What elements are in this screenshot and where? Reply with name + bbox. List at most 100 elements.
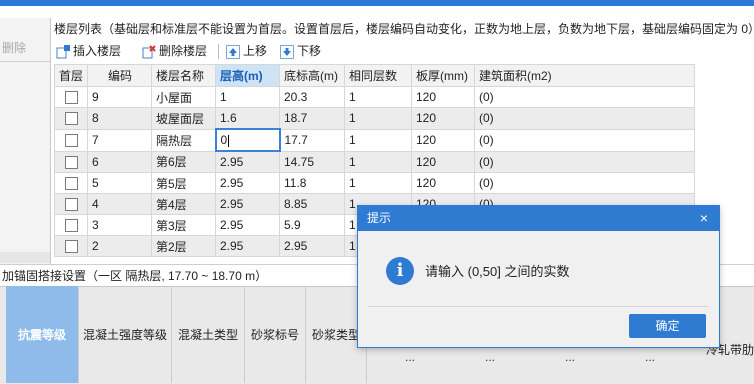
cell-same-count[interactable]: 1 [344,86,412,108]
cell-height[interactable]: 2.95 [215,214,280,236]
cell-height[interactable]: 2.95 [215,235,280,257]
checkbox-box[interactable] [64,112,78,126]
col-concrete-strength[interactable]: 混凝土强度等级 [79,286,172,383]
dialog-title-bar[interactable]: 提示 [358,206,719,231]
delete-floor-button[interactable]: 删除楼层 [142,40,207,62]
cell-height[interactable]: 1 [215,86,280,108]
checkbox-box[interactable] [64,219,78,233]
cell-base-elevation: 18.7 [279,107,345,130]
first-floor-checkbox[interactable] [54,128,88,152]
checkbox-box[interactable] [64,198,78,212]
table-row[interactable]: 5 第5层 2.95 11.8 1 120 (0) [54,172,695,194]
checkbox-box[interactable] [64,134,78,148]
cell-code[interactable]: 9 [87,86,152,108]
col-header-code[interactable]: 编码 [87,64,152,87]
cell-slab-thickness[interactable]: 120 [411,128,475,152]
cell-floor-name[interactable]: 坡屋面层 [151,107,216,130]
cell-height[interactable]: 1.6 [215,107,280,130]
checkbox-box[interactable] [64,177,78,191]
insert-floor-label: 插入楼层 [73,44,122,58]
cell-floor-name[interactable]: 第3层 [151,214,216,236]
dialog-title: 提示 [367,211,392,225]
cell-slab-thickness[interactable]: 120 [411,150,475,173]
first-floor-checkbox[interactable] [54,214,88,236]
cell-code[interactable]: 2 [87,235,152,257]
cell-base-elevation: 20.3 [279,86,345,108]
cell-floor-name[interactable]: 第5层 [151,172,216,194]
info-icon: i [386,257,414,285]
cell-height[interactable]: 2.95 [215,193,280,215]
toolbar-separator [218,44,219,59]
table-row[interactable]: 7 隔热层 0 17.7 1 120 (0) [54,128,695,152]
col-header-first-floor[interactable]: 首层 [54,64,88,87]
col-seismic-grade[interactable]: 抗震等级 [6,286,79,383]
ok-button[interactable]: 确定 [629,314,706,338]
cell-floor-area: (0) [474,86,695,108]
prompt-dialog: 提示 × i 请输入 (0,50] 之间的实数 确定 [357,205,720,348]
cell-floor-area: (0) [474,150,695,173]
cell-slab-thickness[interactable]: 120 [411,86,475,108]
cell-floor-name[interactable]: 第4层 [151,193,216,215]
cell-height-editing[interactable]: 0 [214,128,281,152]
table-row[interactable]: 9 小屋面 1 20.3 1 120 (0) [54,86,695,108]
arrow-down-icon [280,44,294,59]
first-floor-checkbox[interactable] [54,150,88,173]
col-header-floor-name[interactable]: 楼层名称 [151,64,216,87]
cell-base-elevation: 5.9 [279,214,345,236]
first-floor-checkbox[interactable] [54,172,88,194]
move-up-button[interactable]: 上移 [226,40,267,62]
first-floor-checkbox[interactable] [54,107,88,130]
cell-floor-name[interactable]: 隔热层 [151,128,216,152]
first-floor-checkbox[interactable] [54,86,88,108]
cell-code[interactable]: 5 [87,172,152,194]
checkbox-box[interactable] [64,240,78,254]
col-header-height[interactable]: 层高(m) [215,64,280,87]
left-delete-button[interactable]: 删除 [0,38,50,58]
cell-floor-name[interactable]: 第2层 [151,235,216,257]
col-header-floor-area[interactable]: 建筑面积(m2) [474,64,695,87]
checkbox-box[interactable] [64,155,78,169]
floor-toolbar: 插入楼层 删除楼层 上移 下移 [54,40,754,62]
first-floor-checkbox[interactable] [54,193,88,215]
cell-code[interactable]: 8 [87,107,152,130]
col-header-same-count[interactable]: 相同层数 [344,64,412,87]
cell-same-count[interactable]: 1 [344,107,412,130]
dialog-divider [368,306,709,307]
cell-same-count[interactable]: 1 [344,128,412,152]
col-header-base-elevation[interactable]: 底标高(m) [279,64,345,87]
left-scrollbar[interactable] [0,252,50,263]
col-header-slab-thickness[interactable]: 板厚(mm) [411,64,475,87]
left-divider [0,61,50,62]
column-ellipsis: ... [484,350,495,364]
cell-slab-thickness[interactable]: 120 [411,172,475,194]
col-mortar-grade[interactable]: 砂浆标号 [245,286,306,383]
height-edit-value[interactable]: 0 [221,133,228,147]
cell-floor-name[interactable]: 第6层 [151,150,216,173]
table-row[interactable]: 8 坡屋面层 1.6 18.7 1 120 (0) [54,107,695,130]
cell-code[interactable]: 7 [87,128,152,152]
checkbox-box[interactable] [64,91,78,105]
cell-same-count[interactable]: 1 [344,150,412,173]
move-down-button[interactable]: 下移 [280,40,321,62]
col-concrete-type[interactable]: 混凝土类型 [172,286,245,383]
floor-list-info: 楼层列表（基础层和标准层不能设置为首层。设置首层后，楼层编码自动变化，正数为地上… [54,22,754,36]
first-floor-checkbox[interactable] [54,235,88,257]
cell-base-elevation: 14.75 [279,150,345,173]
cell-floor-area: (0) [474,172,695,194]
cell-height[interactable]: 2.95 [215,150,280,173]
cell-height[interactable]: 2.95 [215,172,280,194]
cell-code[interactable]: 3 [87,214,152,236]
cell-code[interactable]: 4 [87,193,152,215]
cell-slab-thickness[interactable]: 120 [411,107,475,130]
delete-icon [142,44,156,59]
insert-floor-button[interactable]: 插入楼层 [56,40,121,62]
table-row[interactable]: 6 第6层 2.95 14.75 1 120 (0) [54,150,695,173]
cell-floor-area: (0) [474,107,695,130]
cell-code[interactable]: 6 [87,150,152,173]
close-icon[interactable]: × [695,206,713,231]
cell-floor-name[interactable]: 小屋面 [151,86,216,108]
text-caret [228,134,230,147]
title-bar-strip [0,0,754,6]
cell-same-count[interactable]: 1 [344,172,412,194]
move-down-label: 下移 [297,44,322,58]
